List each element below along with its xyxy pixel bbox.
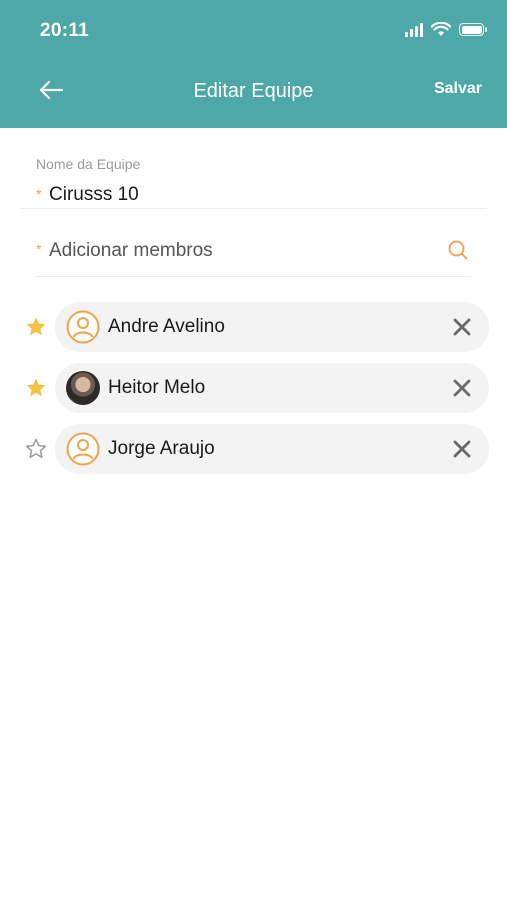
member-chip: Heitor Melo — [55, 363, 489, 413]
user-avatar-icon — [66, 310, 100, 344]
status-time: 20:11 — [40, 20, 90, 41]
team-name-field[interactable]: Cirusss 10 — [49, 184, 139, 206]
page-title: Editar Equipe — [193, 80, 314, 102]
member-name: Heitor Melo — [108, 377, 206, 398]
divider — [36, 276, 471, 277]
required-mark: * — [36, 186, 42, 202]
battery-icon — [459, 23, 487, 36]
search-icon[interactable] — [447, 239, 469, 261]
status-icons — [405, 22, 487, 37]
divider — [20, 208, 487, 209]
wifi-icon — [431, 22, 451, 36]
star-outline-icon[interactable] — [24, 437, 48, 461]
member-name: Jorge Araujo — [108, 438, 215, 459]
app-header: 20:11 Editar Equipe Salvar — [0, 0, 507, 128]
cellular-signal-icon — [405, 22, 423, 37]
star-filled-icon[interactable] — [24, 376, 48, 400]
star-filled-icon[interactable] — [24, 315, 48, 339]
team-name-label: Nome da Equipe — [36, 156, 141, 172]
member-chip: Andre Avelino — [55, 302, 489, 352]
member-row: Andre Avelino — [0, 302, 507, 352]
required-mark: * — [36, 241, 42, 257]
remove-member-button[interactable] — [451, 438, 473, 460]
member-row: Heitor Melo — [0, 363, 507, 413]
member-name: Andre Avelino — [108, 316, 225, 337]
remove-member-button[interactable] — [451, 377, 473, 399]
member-row: Jorge Araujo — [0, 424, 507, 474]
remove-member-button[interactable] — [451, 316, 473, 338]
save-button[interactable]: Salvar — [434, 80, 482, 98]
user-photo-avatar — [66, 371, 100, 405]
add-members-input[interactable]: Adicionar membros — [49, 240, 213, 262]
member-chip: Jorge Araujo — [55, 424, 489, 474]
user-avatar-icon — [66, 432, 100, 466]
